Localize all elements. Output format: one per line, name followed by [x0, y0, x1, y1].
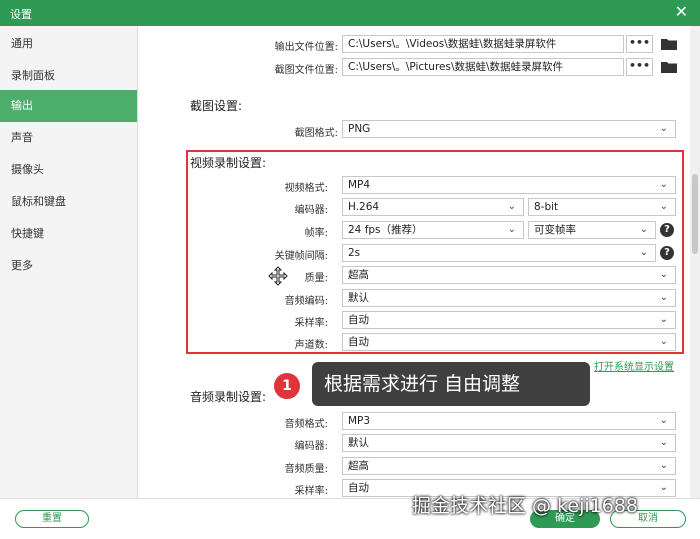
screenshot-format-value: PNG — [348, 123, 371, 135]
frame-rate-mode-value: 可变帧率 — [534, 224, 576, 236]
audio-settings-title: 音频录制设置: — [190, 390, 267, 404]
quality-select[interactable]: 超高 ⌄ — [342, 266, 676, 284]
screenshot-path-field[interactable]: C:\Users\。\Pictures\数据蛙\数据蛙录屏软件 — [342, 58, 624, 76]
chevron-down-icon: ⌄ — [659, 292, 668, 303]
video-settings-title: 视频录制设置: — [190, 156, 267, 170]
sidebar-item-sound[interactable]: 声音 — [0, 122, 137, 154]
screenshot-settings-title: 截图设置: — [190, 99, 243, 113]
frame-rate-label: 帧率: — [304, 228, 328, 239]
chevron-down-icon: ⌄ — [659, 482, 668, 493]
audio-encoder-label: 编码器: — [294, 441, 328, 452]
video-format-label: 视频格式: — [284, 183, 328, 194]
chevron-down-icon: ⌄ — [659, 336, 668, 347]
scrollbar[interactable] — [690, 26, 700, 498]
channels-label: 声道数: — [294, 340, 328, 351]
quality-value: 超高 — [348, 269, 369, 281]
channels-value: 自动 — [348, 336, 369, 348]
channels-select[interactable]: 自动 ⌄ — [342, 333, 676, 351]
chevron-down-icon: ⌄ — [659, 123, 668, 134]
frame-rate-select[interactable]: 24 fps（推荐） ⌄ — [342, 221, 524, 239]
chevron-down-icon: ⌄ — [507, 201, 516, 212]
scrollbar-thumb[interactable] — [692, 174, 698, 254]
annotation-text: 根据需求进行 自由调整 — [312, 362, 590, 406]
sidebar-item-camera[interactable]: 摄像头 — [0, 154, 137, 186]
sidebar: 通用 录制面板 输出 声音 摄像头 鼠标和键盘 快捷键 更多 — [0, 26, 138, 498]
screenshot-path-label: 截图文件位置: — [274, 65, 338, 76]
chevron-down-icon: ⌄ — [659, 179, 668, 190]
frame-rate-value: 24 fps（推荐） — [348, 224, 423, 236]
audio-quality-select[interactable]: 超高 ⌄ — [342, 457, 676, 475]
bit-depth-select[interactable]: 8-bit ⌄ — [528, 198, 676, 216]
video-path-label: 输出文件位置: — [274, 42, 338, 53]
sidebar-item-mouse-keyboard[interactable]: 鼠标和键盘 — [0, 186, 137, 218]
browse-video-path-button[interactable]: ••• — [626, 35, 653, 53]
screenshot-format-label: 截图格式: — [294, 128, 338, 139]
video-encoder-select[interactable]: H.264 ⌄ — [342, 198, 524, 216]
watermark: 掘金技术社区 @ keji1688 — [412, 495, 639, 517]
window-title: 设置 — [10, 8, 32, 21]
browse-screenshot-path-button[interactable]: ••• — [626, 58, 653, 76]
sample-rate-label: 采样率: — [294, 318, 328, 329]
audio-encoding-select[interactable]: 默认 ⌄ — [342, 289, 676, 307]
video-format-value: MP4 — [348, 179, 371, 191]
folder-icon[interactable] — [661, 38, 677, 50]
audio-encoder-value: 默认 — [348, 437, 369, 449]
chevron-down-icon: ⌄ — [659, 201, 668, 212]
close-icon[interactable]: ✕ — [675, 2, 688, 21]
chevron-down-icon: ⌄ — [507, 224, 516, 235]
reset-button[interactable]: 重置 — [15, 510, 89, 528]
sidebar-item-output[interactable]: 输出 — [0, 90, 137, 122]
video-encoder-value: H.264 — [348, 201, 380, 213]
chevron-down-icon: ⌄ — [639, 247, 648, 258]
audio-format-value: MP3 — [348, 415, 371, 427]
settings-content: 输出文件位置: C:\Users\。\Videos\数据蛙\数据蛙录屏软件 ••… — [138, 26, 690, 498]
chevron-down-icon: ⌄ — [639, 224, 648, 235]
keyframe-interval-value: 2s — [348, 247, 361, 259]
audio-sample-rate-label: 采样率: — [294, 486, 328, 497]
chevron-down-icon: ⌄ — [659, 269, 668, 280]
annotation-callout: 1 根据需求进行 自由调整 — [270, 362, 590, 406]
help-icon[interactable]: ? — [660, 246, 674, 260]
bit-depth-value: 8-bit — [534, 201, 559, 213]
sample-rate-select[interactable]: 自动 ⌄ — [342, 311, 676, 329]
keyframe-interval-select[interactable]: 2s ⌄ — [342, 244, 656, 262]
open-display-settings-link[interactable]: 打开系统显示设置 — [594, 358, 674, 373]
chevron-down-icon: ⌄ — [659, 415, 668, 426]
step-number-badge: 1 — [272, 371, 302, 401]
chevron-down-icon: ⌄ — [659, 437, 668, 448]
chevron-down-icon: ⌄ — [659, 460, 668, 471]
keyframe-interval-label: 关键帧间隔: — [274, 251, 328, 262]
sidebar-item-record-panel[interactable]: 录制面板 — [0, 60, 137, 92]
help-icon[interactable]: ? — [660, 223, 674, 237]
video-format-select[interactable]: MP4 ⌄ — [342, 176, 676, 194]
audio-quality-label: 音频质量: — [284, 464, 328, 475]
sidebar-item-general[interactable]: 通用 — [0, 28, 137, 60]
move-cursor-icon — [268, 266, 288, 286]
audio-encoder-select[interactable]: 默认 ⌄ — [342, 434, 676, 452]
folder-icon[interactable] — [661, 61, 677, 73]
audio-encoding-value: 默认 — [348, 292, 369, 304]
screenshot-format-select[interactable]: PNG ⌄ — [342, 120, 676, 138]
audio-encoding-label: 音频编码: — [284, 296, 328, 307]
frame-rate-mode-select[interactable]: 可变帧率 ⌄ — [528, 221, 656, 239]
audio-sample-rate-value: 自动 — [348, 482, 369, 494]
audio-quality-value: 超高 — [348, 460, 369, 472]
sidebar-item-more[interactable]: 更多 — [0, 250, 137, 282]
video-path-field[interactable]: C:\Users\。\Videos\数据蛙\数据蛙录屏软件 — [342, 35, 624, 53]
quality-label: 质量: — [304, 273, 328, 284]
title-bar: 设置 ✕ — [0, 0, 700, 26]
chevron-down-icon: ⌄ — [659, 314, 668, 325]
audio-format-label: 音频格式: — [284, 419, 328, 430]
sample-rate-value: 自动 — [348, 314, 369, 326]
video-encoder-label: 编码器: — [294, 205, 328, 216]
audio-format-select[interactable]: MP3 ⌄ — [342, 412, 676, 430]
sidebar-item-hotkeys[interactable]: 快捷键 — [0, 218, 137, 250]
